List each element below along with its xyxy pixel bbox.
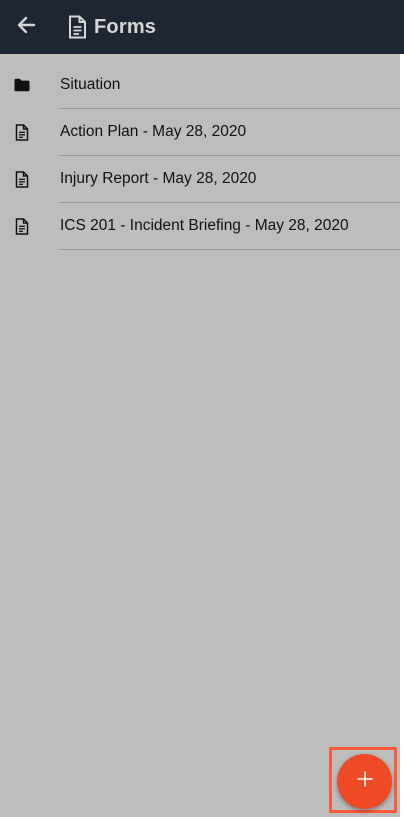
list-item-injury-report[interactable]: Injury Report - May 28, 2020 — [0, 156, 400, 203]
list-item-action-plan[interactable]: Action Plan - May 28, 2020 — [0, 109, 400, 156]
document-icon — [13, 123, 31, 141]
scroll-edge — [400, 54, 404, 817]
divider — [59, 249, 400, 250]
forms-list: Situation Action Plan - May 28, 2020 Inj… — [0, 62, 400, 250]
back-button[interactable] — [12, 13, 40, 41]
document-icon — [66, 15, 88, 39]
list-item-label: Injury Report - May 28, 2020 — [60, 170, 257, 187]
app-bar: Forms — [0, 0, 404, 54]
arrow-left-icon — [16, 15, 36, 40]
folder-icon — [13, 76, 31, 94]
plus-icon — [356, 770, 374, 793]
page-title: Forms — [94, 15, 157, 38]
document-icon — [13, 217, 31, 235]
page-title-group: Forms — [66, 0, 156, 54]
list-item-label: ICS 201 - Incident Briefing - May 28, 20… — [60, 217, 349, 234]
list-item-ics-201[interactable]: ICS 201 - Incident Briefing - May 28, 20… — [0, 203, 400, 250]
list-item-label: Situation — [60, 76, 121, 93]
list-item-situation[interactable]: Situation — [0, 62, 400, 109]
list-item-label: Action Plan - May 28, 2020 — [60, 123, 247, 140]
add-form-button[interactable] — [337, 754, 392, 809]
document-icon — [13, 170, 31, 188]
